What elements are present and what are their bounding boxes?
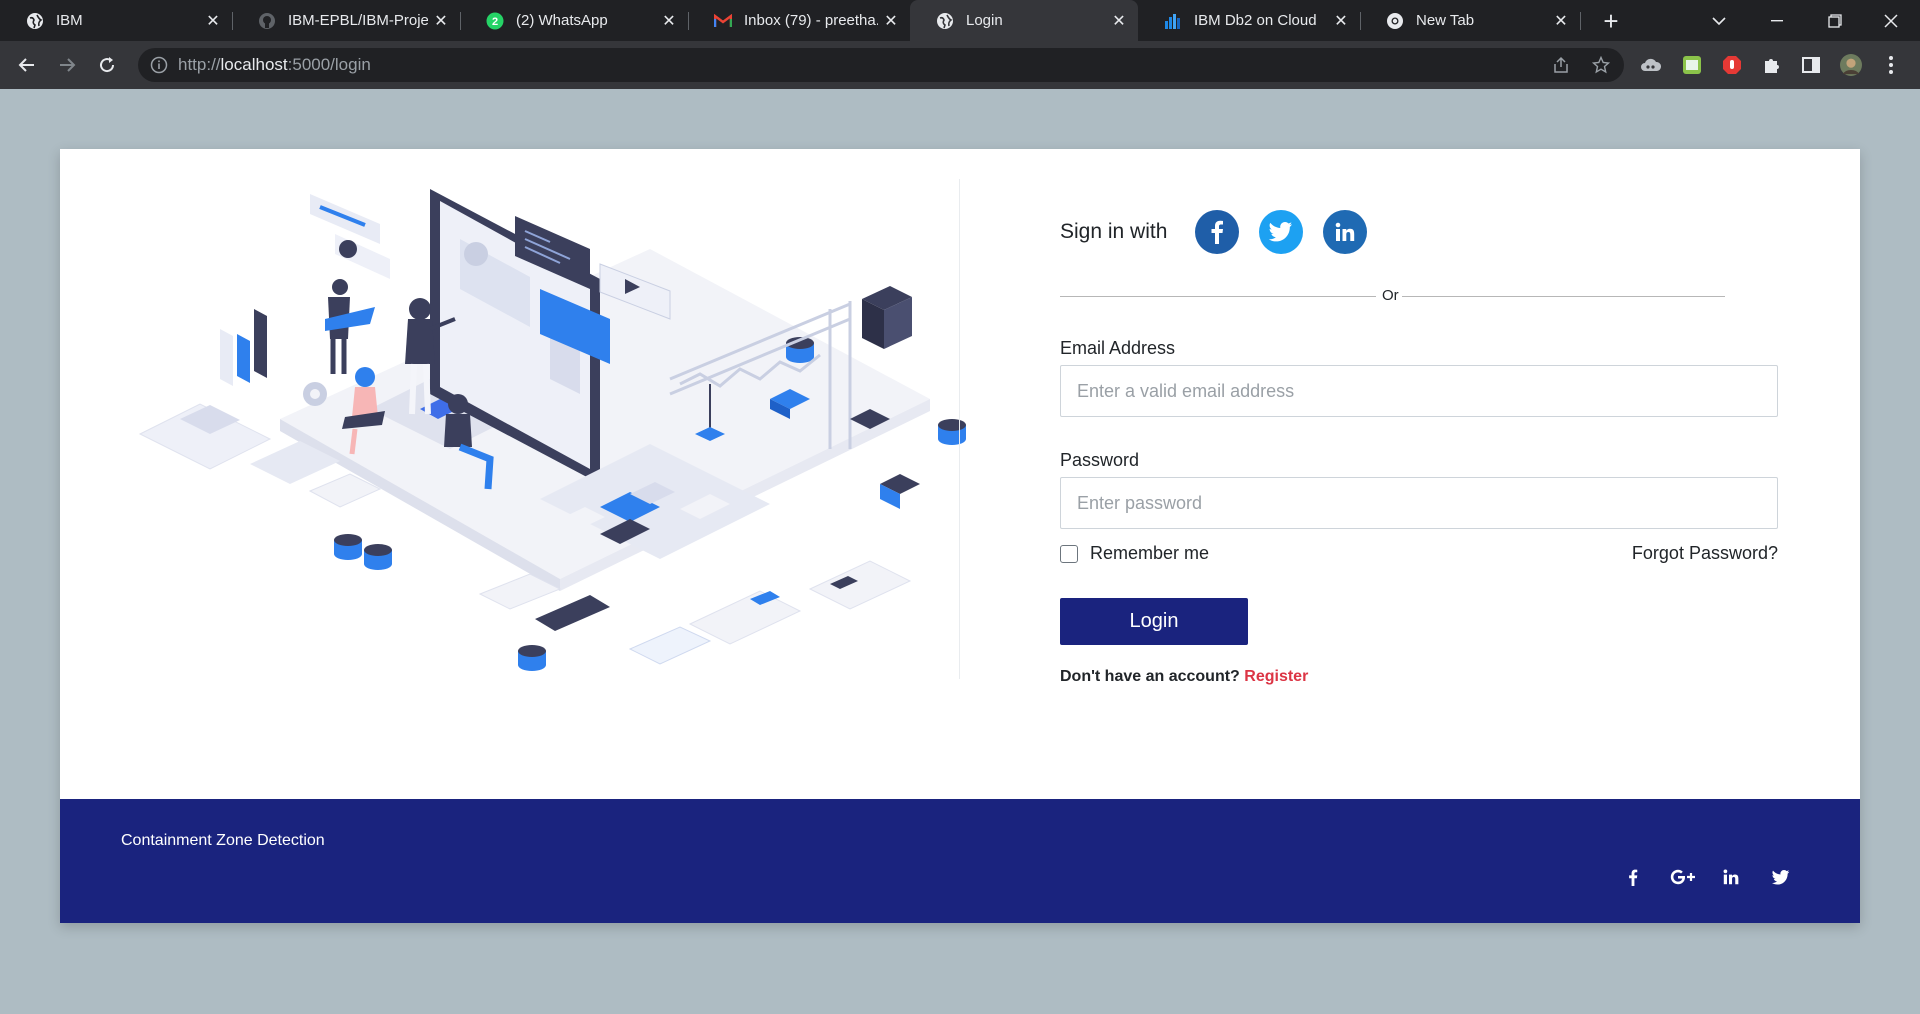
- tab-db2[interactable]: IBM Db2 on Cloud ✕: [1138, 0, 1360, 41]
- close-icon[interactable]: ✕: [1328, 11, 1354, 31]
- tab-login[interactable]: Login ✕: [910, 0, 1138, 41]
- close-window-icon[interactable]: [1862, 0, 1920, 41]
- facebook-icon[interactable]: [1195, 210, 1240, 254]
- url-scheme: http://: [178, 55, 221, 74]
- new-tab-button[interactable]: +: [1596, 6, 1626, 36]
- email-label: Email Address: [1060, 338, 1176, 358]
- back-arrow-icon[interactable]: [12, 50, 42, 80]
- no-account-text: Don't have an account?: [1060, 668, 1240, 685]
- isometric-illustration: [138, 189, 966, 671]
- extension-green-icon[interactable]: [1681, 54, 1703, 76]
- tab-title: Inbox (79) - preetha.a: [744, 12, 878, 29]
- share-icon[interactable]: [1552, 56, 1570, 74]
- browser-tab-bar: IBM ✕ IBM-EPBL/IBM-Projec ✕ 2 (2) WhatsA…: [0, 0, 1920, 41]
- bookmark-star-icon[interactable]: [1591, 55, 1611, 74]
- chrome-icon: [1386, 12, 1404, 30]
- email-field[interactable]: [1060, 365, 1778, 417]
- close-icon[interactable]: ✕: [1548, 11, 1574, 31]
- tab-search-icon[interactable]: [1690, 0, 1748, 41]
- close-icon[interactable]: ✕: [1106, 11, 1132, 31]
- or-divider: Or: [1060, 286, 1725, 306]
- browser-toolbar: http://localhost:5000/login: [0, 41, 1920, 89]
- password-field[interactable]: [1060, 477, 1778, 529]
- tab-whatsapp[interactable]: 2 (2) WhatsApp ✕: [460, 0, 688, 41]
- tab-github[interactable]: IBM-EPBL/IBM-Projec ✕: [232, 0, 460, 41]
- side-panel-icon[interactable]: [1800, 54, 1822, 76]
- address-bar[interactable]: http://localhost:5000/login: [138, 48, 1624, 82]
- close-icon[interactable]: ✕: [428, 11, 454, 31]
- tab-title: New Tab: [1416, 12, 1475, 29]
- password-label: Password: [1060, 450, 1140, 470]
- google-plus-icon[interactable]: [1668, 867, 1698, 887]
- url-path: :5000/login: [287, 55, 371, 74]
- close-icon[interactable]: ✕: [878, 11, 904, 31]
- tab-title: IBM Db2 on Cloud: [1194, 12, 1317, 29]
- extension-stop-hand-icon[interactable]: [1721, 54, 1743, 76]
- extension-cloud-icon[interactable]: [1640, 54, 1662, 76]
- tab-ibm[interactable]: IBM ✕: [0, 0, 232, 41]
- login-card: Sign in with Or Email Address Password R…: [60, 149, 1860, 923]
- remember-me-row[interactable]: Remember me: [1060, 543, 1209, 564]
- login-button[interactable]: Login: [1060, 598, 1248, 645]
- url-host: localhost: [220, 55, 288, 74]
- whatsapp-icon: 2: [486, 12, 504, 30]
- close-icon[interactable]: ✕: [200, 11, 226, 31]
- twitter-icon[interactable]: [1259, 210, 1304, 254]
- tab-new-tab[interactable]: New Tab ✕: [1360, 0, 1580, 41]
- footer: Containment Zone Detection: [60, 799, 1860, 923]
- linkedin-icon[interactable]: [1722, 867, 1740, 887]
- forgot-password-link[interactable]: Forgot Password?: [1632, 543, 1778, 564]
- tab-title: (2) WhatsApp: [516, 12, 608, 29]
- github-icon: [258, 12, 276, 30]
- extensions-puzzle-icon[interactable]: [1761, 54, 1783, 76]
- tab-gmail[interactable]: Inbox (79) - preetha.a ✕: [688, 0, 910, 41]
- remember-me-label[interactable]: Remember me: [1090, 543, 1209, 564]
- remember-me-checkbox[interactable]: [1060, 544, 1078, 563]
- vertical-divider: [959, 179, 960, 679]
- db2-icon: [1164, 12, 1182, 30]
- footer-title: Containment Zone Detection: [121, 832, 325, 849]
- gmail-icon: [714, 12, 732, 30]
- profile-avatar[interactable]: [1840, 54, 1862, 76]
- kebab-menu-icon[interactable]: [1880, 54, 1902, 76]
- close-icon[interactable]: ✕: [656, 11, 682, 31]
- globe-icon: [936, 12, 954, 30]
- tab-title: Login: [966, 12, 1003, 29]
- register-link[interactable]: Register: [1244, 668, 1308, 685]
- social-signin-row: Sign in with: [1060, 209, 1387, 255]
- restore-icon[interactable]: [1806, 0, 1864, 41]
- linkedin-icon[interactable]: [1323, 210, 1368, 254]
- twitter-icon[interactable]: [1772, 867, 1790, 887]
- tab-title: IBM: [56, 12, 83, 29]
- svg-text:2: 2: [492, 16, 498, 28]
- reload-icon[interactable]: [92, 50, 122, 80]
- sign-in-with-label: Sign in with: [1060, 220, 1168, 243]
- url-text[interactable]: http://localhost:5000/login: [178, 48, 371, 82]
- forward-arrow-icon[interactable]: [52, 50, 82, 80]
- globe-icon: [26, 12, 44, 30]
- or-text: Or: [1382, 287, 1399, 304]
- register-prompt: Don't have an account? Register: [1060, 668, 1308, 686]
- info-icon[interactable]: [150, 56, 168, 74]
- minimize-icon[interactable]: [1748, 0, 1806, 41]
- tab-title: IBM-EPBL/IBM-Projec: [288, 12, 428, 29]
- facebook-icon[interactable]: [1625, 867, 1641, 887]
